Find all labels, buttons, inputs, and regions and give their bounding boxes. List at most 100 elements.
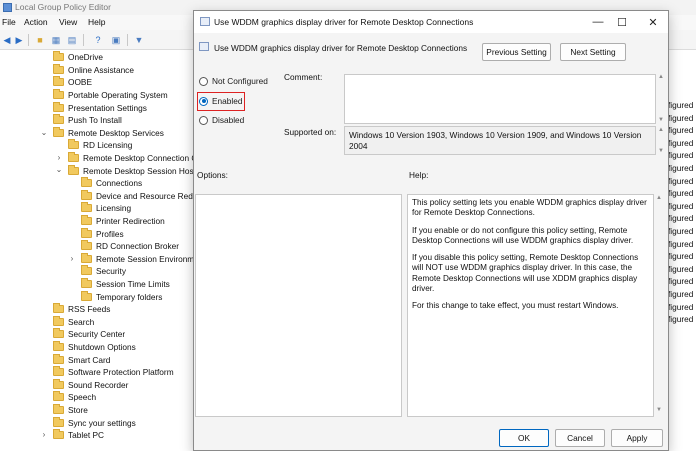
setting-state-text: figured [668, 175, 694, 186]
tree-item[interactable]: Speech [53, 391, 96, 404]
tree-item[interactable]: Shutdown Options [53, 341, 136, 354]
folder-icon [53, 429, 64, 440]
previous-setting-button[interactable]: Previous Setting [482, 43, 551, 61]
menu-action[interactable]: Action [24, 17, 48, 27]
chevron-right-icon[interactable]: › [68, 254, 76, 263]
chevron-right-icon[interactable]: › [40, 430, 48, 439]
radio-circle[interactable] [199, 96, 208, 106]
scroll-down-icon[interactable]: ▼ [658, 117, 664, 123]
tree-item[interactable]: Device and Resource Redir [81, 189, 197, 203]
menu-view[interactable]: View [59, 17, 77, 27]
radio-circle[interactable] [199, 76, 208, 86]
scroll-up-icon[interactable]: ▲ [658, 127, 664, 133]
tree-item-label: RSS Feeds [68, 304, 111, 315]
tree-item[interactable]: Licensing [81, 202, 131, 215]
folder-icon [53, 63, 64, 74]
help-icon[interactable]: ? [92, 34, 104, 46]
folder-icon [68, 164, 79, 175]
scroll-up-icon[interactable]: ▲ [658, 74, 664, 80]
comment-textarea[interactable] [344, 74, 656, 124]
tree-item[interactable]: Connections [81, 177, 142, 190]
menu-file[interactable]: File [2, 17, 16, 27]
tree-item[interactable]: Remote Desktop Connection C [68, 152, 197, 165]
maximize-icon[interactable]: ☐ [610, 13, 634, 31]
help-pane: This policy setting lets you enable WDDM… [407, 194, 654, 417]
toolbar-separator [83, 34, 84, 46]
help-paragraph: This policy setting lets you enable WDDM… [412, 198, 647, 218]
tree-item[interactable]: Remote Session Environme [81, 252, 199, 266]
tree-item[interactable]: Security [81, 265, 126, 278]
setting-state-text: figured [668, 163, 694, 173]
forward-arrow-icon[interactable]: ▶ [13, 34, 25, 46]
filter-icon[interactable]: ▼ [133, 34, 145, 46]
folder-icon [53, 404, 64, 415]
tree-item[interactable]: Profiles [81, 227, 124, 240]
tree-item[interactable]: Tablet PC [53, 429, 104, 442]
folder-icon [81, 278, 92, 289]
tree-item[interactable]: OOBE [53, 76, 92, 89]
up-folder-icon[interactable]: ■ [34, 34, 46, 46]
radio-enabled[interactable]: Enabled [199, 95, 242, 107]
setting-state-text: figured [668, 301, 694, 312]
radio-label: Enabled [212, 96, 243, 106]
tree-item[interactable]: Push To Install [53, 114, 122, 127]
close-icon[interactable]: ✕ [641, 13, 665, 31]
tree-item[interactable]: Session Time Limits [81, 278, 170, 291]
tree-item-label: Licensing [96, 203, 132, 214]
folder-icon [53, 89, 64, 100]
tree-item[interactable]: Presentation Settings [53, 101, 147, 114]
tree-item-label: Remote Desktop Services [68, 127, 164, 138]
tree-item[interactable]: Sound Recorder [53, 378, 128, 392]
tree-item[interactable]: Remote Desktop Services [53, 126, 164, 140]
tree-item[interactable]: OneDrive [53, 51, 103, 64]
tree-item-label: Remote Desktop Session Host [83, 165, 196, 176]
supported-on-value: Windows 10 Version 1903, Windows 10 Vers… [344, 126, 656, 155]
help-scrollbar[interactable]: ▲ ▼ [654, 194, 664, 417]
scroll-down-icon[interactable]: ▼ [656, 407, 662, 413]
folder-icon [53, 391, 64, 402]
radio-circle[interactable] [199, 115, 208, 125]
radio-label: Not Configured [212, 76, 268, 86]
show-hide-tree-icon[interactable]: ▦ [50, 34, 62, 46]
minimize-icon[interactable]: — [586, 13, 610, 31]
chevron-right-icon[interactable]: › [55, 153, 63, 162]
folder-icon [81, 202, 92, 213]
tree-item[interactable]: Portable Operating System [53, 89, 168, 102]
apply-button[interactable]: Apply [611, 429, 663, 447]
radio-disabled[interactable]: Disabled [199, 114, 244, 126]
tree-item[interactable]: Sync your settings [53, 416, 136, 429]
chevron-down-icon[interactable]: ⌄ [40, 128, 48, 137]
tree-item-label: Printer Redirection [96, 216, 165, 227]
tree-item[interactable]: Software Protection Platform [53, 366, 174, 379]
tree-item[interactable]: Online Assistance [53, 63, 134, 77]
folder-icon [68, 152, 79, 163]
setting-state-text: figured [668, 188, 694, 199]
scroll-up-icon[interactable]: ▲ [656, 195, 662, 201]
tree-item-label: Session Time Limits [96, 279, 170, 290]
tree-item[interactable]: Smart Card [53, 353, 110, 366]
scroll-down-icon[interactable]: ▼ [658, 148, 664, 154]
tree-item[interactable]: Search [53, 315, 94, 329]
ok-button[interactable]: OK [499, 429, 549, 447]
extended-view-icon[interactable]: ▣ [110, 34, 122, 46]
radio-not-configured[interactable]: Not Configured [199, 75, 268, 87]
folder-icon [81, 240, 92, 251]
tree-item[interactable]: Store [53, 404, 88, 417]
cancel-button[interactable]: Cancel [555, 429, 605, 447]
next-setting-button[interactable]: Next Setting [560, 43, 626, 61]
tree-item-label: Software Protection Platform [68, 367, 174, 378]
tree-item[interactable]: Printer Redirection [81, 215, 165, 228]
tree-item[interactable]: RSS Feeds [53, 303, 110, 316]
tree-item[interactable]: Security Center [53, 328, 125, 341]
tree-item[interactable]: Remote Desktop Session Host [68, 164, 196, 177]
properties-icon[interactable]: ▤ [66, 34, 78, 46]
chevron-down-icon[interactable]: ⌄ [55, 165, 63, 174]
tree-item[interactable]: RD Licensing [68, 139, 132, 152]
folder-icon [53, 303, 64, 314]
menu-help[interactable]: Help [88, 17, 105, 27]
tree-item[interactable]: Temporary folders [81, 290, 162, 303]
back-arrow-icon[interactable]: ◀ [1, 34, 13, 46]
toolbar-separator [127, 34, 128, 46]
tree-item[interactable]: RD Connection Broker [81, 240, 179, 253]
dialog-title: Use WDDM graphics display driver for Rem… [214, 17, 474, 27]
